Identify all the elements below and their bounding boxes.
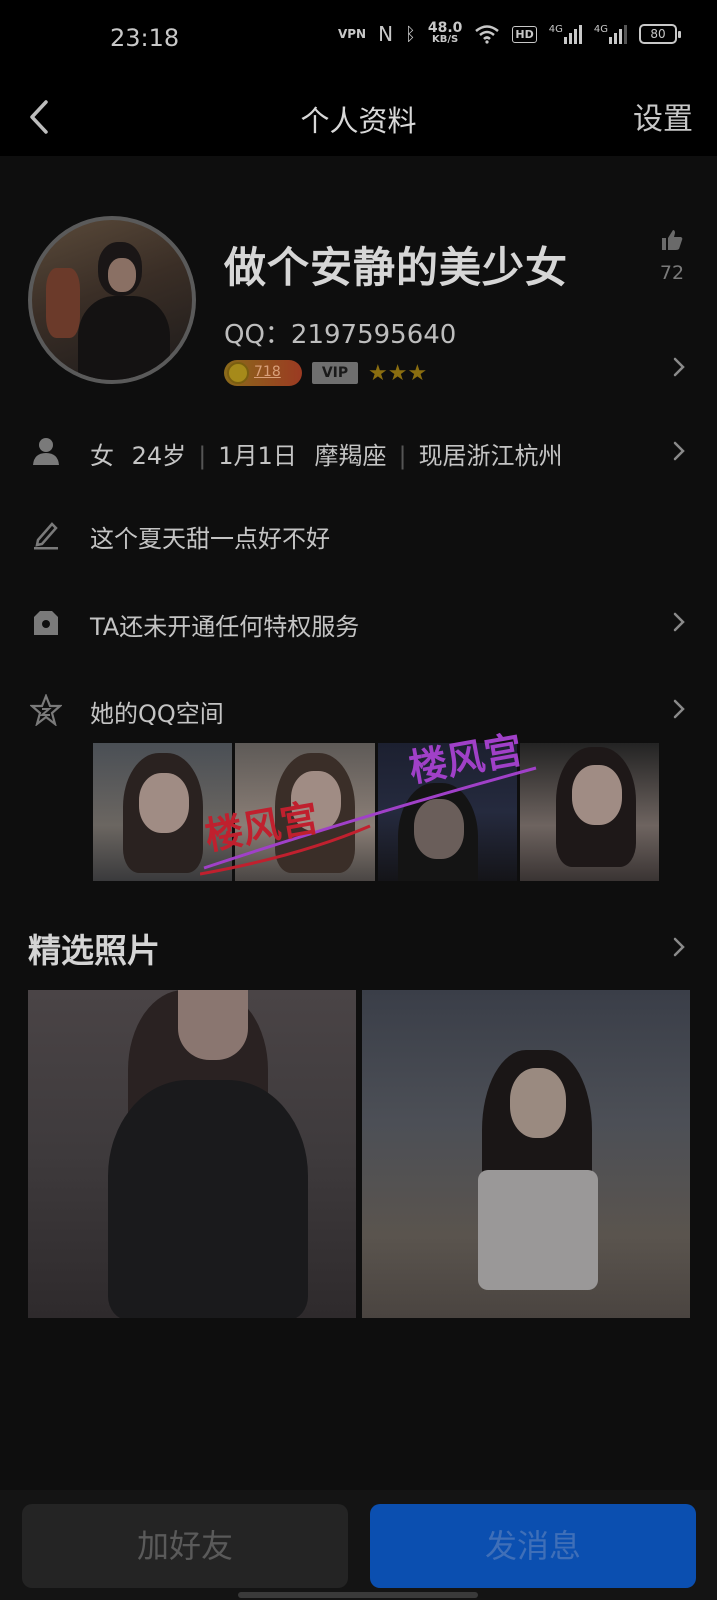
- bottom-action-bar: 加好友 发消息: [0, 1490, 717, 1600]
- star-rating: ★★★: [368, 360, 428, 386]
- separator: |: [198, 442, 207, 470]
- chevron-right-icon[interactable]: [672, 356, 686, 378]
- top-nav-bar: 个人资料 设置: [0, 80, 717, 156]
- signal-1-label: 4G: [548, 24, 563, 35]
- chevron-right-icon[interactable]: [672, 698, 686, 720]
- person-icon: [33, 438, 59, 465]
- location: 现居浙江杭州: [418, 442, 563, 470]
- battery-indicator: 80: [639, 24, 681, 44]
- badges-row[interactable]: 718 VIP ★★★: [224, 360, 427, 386]
- status-bar: 23:18 VPN N ᛒ 48.0 KB/S HD 4G 4G 80: [0, 0, 717, 80]
- network-speed-value: 48.0: [427, 20, 463, 36]
- birthday: 1月1日: [218, 442, 297, 470]
- privilege-status[interactable]: TA还未开通任何特权服务: [90, 607, 359, 642]
- featured-photo[interactable]: [28, 990, 356, 1318]
- signal-icon-1: 4G: [549, 24, 582, 44]
- separator: |: [398, 442, 407, 470]
- level-badge: 718: [224, 360, 302, 386]
- gender: 女: [90, 442, 114, 470]
- chevron-right-icon[interactable]: [672, 611, 686, 633]
- photo-figure-face: [510, 1068, 566, 1138]
- qzone-link[interactable]: 她的QQ空间: [90, 694, 224, 729]
- chevron-right-icon[interactable]: [672, 936, 686, 958]
- add-friend-button[interactable]: 加好友: [22, 1504, 348, 1588]
- network-speed-unit: KB/S: [432, 34, 459, 45]
- photo-figure-body: [108, 1080, 308, 1318]
- page-title: 个人资料: [300, 104, 417, 138]
- status-time: 23:18: [110, 24, 180, 52]
- photo-figure-face: [178, 990, 248, 1060]
- avatar-figure-face: [108, 258, 136, 292]
- featured-photo[interactable]: [362, 990, 690, 1318]
- photo-figure-top: [478, 1170, 598, 1290]
- pencil-icon: [34, 522, 58, 550]
- nickname: 做个安静的美少女: [224, 243, 569, 292]
- bluetooth-icon: ᛒ: [405, 23, 416, 45]
- hd-badge: HD: [512, 25, 537, 43]
- featured-photos-grid[interactable]: [28, 990, 690, 1318]
- level-value: 718: [254, 364, 281, 380]
- privilege-icon: [34, 611, 58, 635]
- settings-button[interactable]: 设置: [633, 94, 693, 138]
- avatar-bg-figure: [46, 268, 80, 338]
- basic-info[interactable]: 女 24岁 | 1月1日 摩羯座 | 现居浙江杭州: [90, 436, 563, 471]
- age: 24岁: [131, 442, 187, 470]
- network-speed: 48.0 KB/S: [427, 20, 463, 46]
- avatar-figure-body: [78, 296, 170, 380]
- featured-photos-title: 精选照片: [28, 931, 160, 970]
- zodiac: 摩羯座: [314, 442, 387, 470]
- chevron-right-icon[interactable]: [672, 440, 686, 462]
- vpn-icon: VPN: [337, 27, 367, 41]
- vip-badge: VIP: [312, 362, 358, 384]
- qzone-photo[interactable]: [519, 743, 659, 881]
- avatar[interactable]: [28, 216, 196, 384]
- signal-2-label: 4G: [593, 24, 608, 35]
- home-indicator[interactable]: [238, 1592, 478, 1598]
- send-message-button[interactable]: 发消息: [370, 1504, 696, 1588]
- nfc-icon: N: [378, 22, 394, 46]
- photo-figure-face: [571, 765, 622, 825]
- wifi-icon: [475, 25, 500, 44]
- thumbs-up-icon[interactable]: [660, 228, 684, 252]
- status-icons: VPN N ᛒ 48.0 KB/S HD 4G 4G 80: [337, 20, 681, 46]
- signature: 这个夏天甜一点好不好: [90, 525, 330, 553]
- coin-icon: [227, 362, 249, 384]
- qzone-star-icon: [30, 694, 62, 726]
- photo-figure-face: [139, 773, 189, 833]
- qq-number: QQ：2197595640: [224, 320, 457, 350]
- like-count: 72: [659, 262, 685, 284]
- signal-icon-2: 4G: [594, 24, 627, 44]
